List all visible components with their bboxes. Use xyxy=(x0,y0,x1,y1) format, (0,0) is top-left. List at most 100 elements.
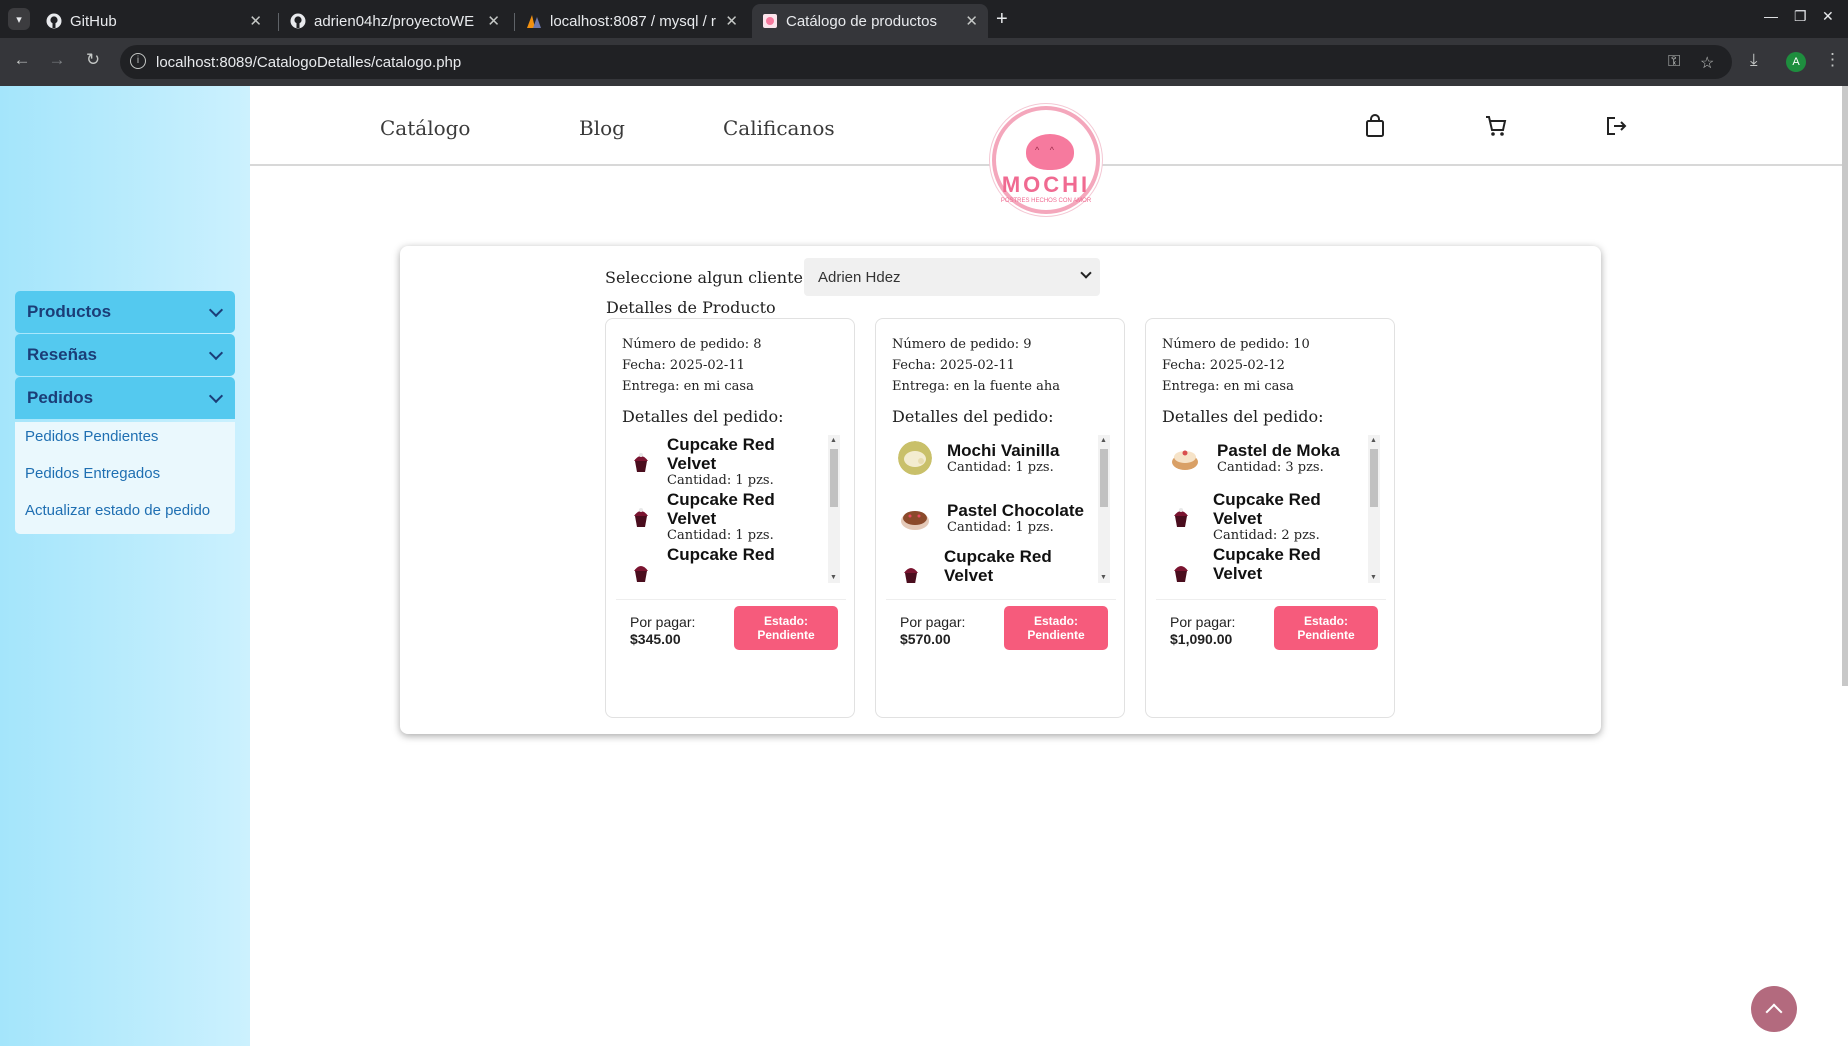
scroll-down-icon[interactable]: ▼ xyxy=(830,574,837,581)
amount-due-value: $345.00 xyxy=(630,631,681,647)
site-info-icon[interactable]: i xyxy=(130,53,146,69)
cupcake-thumbnail xyxy=(624,445,658,479)
client-select[interactable]: Adrien Hdez xyxy=(804,258,1100,296)
item-quantity: Cantidad: 1 pzs. xyxy=(947,520,1054,535)
scroll-down-icon[interactable]: ▼ xyxy=(1370,574,1377,581)
amount-due-value: $570.00 xyxy=(900,631,951,647)
item-name: Cupcake Red Velvet xyxy=(1213,490,1321,528)
scroll-down-icon[interactable]: ▼ xyxy=(1100,574,1107,581)
bookmark-star-icon[interactable]: ☆ xyxy=(1700,53,1714,73)
product-details-heading: Detalles de Producto xyxy=(606,298,776,317)
status-button[interactable]: Estado: Pendiente xyxy=(1274,606,1378,650)
sidebar-menu-pedidos[interactable]: Pedidos xyxy=(15,377,235,419)
item-name: Pastel de Moka xyxy=(1217,441,1340,460)
items-scrollbar[interactable]: ▲ ▼ xyxy=(828,435,840,583)
sidebar: Productos Reseñas Pedidos Pedidos Pendie… xyxy=(0,86,250,1046)
sidebar-menu-resenas[interactable]: Reseñas xyxy=(15,334,235,376)
back-icon[interactable]: ← xyxy=(10,50,34,70)
browser-menu-icon[interactable]: ⋮ xyxy=(1824,50,1841,70)
item-name: Cupcake Red Velvet xyxy=(944,547,1052,583)
scrollbar-thumb[interactable] xyxy=(1100,449,1108,507)
item-name: Cupcake Red xyxy=(667,545,775,564)
tab-phpmyadmin[interactable]: localhost:8087 / mysql / r ✕ xyxy=(516,4,748,38)
close-icon[interactable]: ✕ xyxy=(487,12,500,30)
tab-catalogo[interactable]: Catálogo de productos ✕ xyxy=(752,4,988,38)
page-scrollbar[interactable] xyxy=(1842,86,1848,686)
close-icon[interactable]: ✕ xyxy=(249,12,262,30)
item-quantity: Cantidad: 1 pzs. xyxy=(667,473,774,488)
mochi-thumbnail xyxy=(898,441,932,475)
tab-repo[interactable]: adrien04hz/proyectoWE ✕ xyxy=(280,4,510,38)
mochi-logo[interactable]: ^ ^ MOCHI POSTRES HECHOS CON AMOR xyxy=(992,106,1100,214)
reload-icon[interactable]: ↻ xyxy=(81,50,105,70)
item-name: Mochi Vainilla xyxy=(947,441,1060,460)
close-icon[interactable]: ✕ xyxy=(965,12,978,30)
restore-icon[interactable]: ❐ xyxy=(1794,8,1807,25)
sidebar-menu-label: Pedidos xyxy=(27,388,94,407)
item-quantity: Cantidad: 1 pzs. xyxy=(667,528,774,543)
order-date: Fecha: 2025-02-11 xyxy=(892,358,1015,373)
order-details-heading: Detalles del pedido: xyxy=(892,407,1054,426)
items-scrollbar[interactable]: ▲ ▼ xyxy=(1098,435,1110,583)
order-delivery: Entrega: en mi casa xyxy=(622,379,754,394)
order-card: Número de pedido: 10 Fecha: 2025-02-12 E… xyxy=(1145,318,1395,718)
order-items-list[interactable]: Mochi Vainilla Cantidad: 1 pzs. Pastel C… xyxy=(890,435,1110,583)
submenu-pedidos-entregados[interactable]: Pedidos Entregados xyxy=(25,465,160,482)
download-icon[interactable]: ⤓ xyxy=(1750,50,1758,70)
order-items-list[interactable]: Cupcake Red Velvet Cantidad: 1 pzs. Cupc… xyxy=(620,435,840,583)
order-items-list[interactable]: Pastel de Moka Cantidad: 3 pzs. Cupcake … xyxy=(1160,435,1380,583)
amount-due-label: Por pagar: xyxy=(900,614,966,630)
tab-search-icon[interactable]: ▾ xyxy=(8,8,30,30)
order-details-heading: Detalles del pedido: xyxy=(622,407,784,426)
logo-tagline: POSTRES HECHOS CON AMOR xyxy=(1000,198,1092,204)
address-bar[interactable]: i localhost:8089/CatalogoDetalles/catalo… xyxy=(120,45,1732,79)
sidebar-menu-productos[interactable]: Productos xyxy=(15,291,235,333)
nav-catalogo[interactable]: Catálogo xyxy=(380,116,470,140)
nav-blog[interactable]: Blog xyxy=(579,116,625,140)
window-close-icon[interactable]: ✕ xyxy=(1822,8,1834,25)
url-text[interactable]: localhost:8089/CatalogoDetalles/catalogo… xyxy=(156,54,461,71)
profile-avatar[interactable]: A xyxy=(1786,52,1806,72)
scroll-up-icon[interactable]: ▲ xyxy=(830,437,837,444)
chevron-down-icon xyxy=(1080,267,1092,279)
amount-due-value: $1,090.00 xyxy=(1170,631,1233,647)
moka-cake-thumbnail xyxy=(1168,441,1202,475)
nav-calificanos[interactable]: Calificanos xyxy=(723,116,835,140)
tab-github[interactable]: GitHub ✕ xyxy=(36,4,272,38)
browser-tab-strip: ▾ GitHub ✕ adrien04hz/proyectoWE ✕ local… xyxy=(0,0,1848,38)
order-card: Número de pedido: 9 Fecha: 2025-02-11 En… xyxy=(875,318,1125,718)
chevron-down-icon xyxy=(208,388,224,404)
password-key-icon[interactable]: ⚿ xyxy=(1668,53,1680,71)
logout-icon[interactable] xyxy=(1604,114,1628,144)
item-quantity: Cantidad: 1 pzs. xyxy=(947,460,1054,475)
order-number: Número de pedido: 8 xyxy=(622,337,762,352)
submenu-pedidos-pendientes[interactable]: Pedidos Pendientes xyxy=(25,428,158,445)
new-tab-icon[interactable]: + xyxy=(996,8,1008,31)
payment-row: Por pagar: $1,090.00 Estado: Pendiente xyxy=(1156,599,1386,655)
sidebar-menu-label: Productos xyxy=(27,302,112,321)
chevron-down-icon xyxy=(208,302,224,318)
items-scrollbar[interactable]: ▲ ▼ xyxy=(1368,435,1380,583)
amount-due-label: Por pagar: xyxy=(1170,614,1236,630)
scrollbar-thumb[interactable] xyxy=(830,449,838,507)
close-icon[interactable]: ✕ xyxy=(725,12,738,30)
cupcake-thumbnail xyxy=(894,557,928,583)
scroll-up-icon[interactable]: ▲ xyxy=(1100,437,1107,444)
tab-title: adrien04hz/proyectoWE xyxy=(314,12,475,30)
cupcake-thumbnail xyxy=(1164,500,1198,534)
cart-icon[interactable] xyxy=(1484,114,1508,144)
tab-title: Catálogo de productos xyxy=(786,12,937,30)
scroll-up-icon[interactable]: ▲ xyxy=(1370,437,1377,444)
minimize-icon[interactable]: — xyxy=(1764,8,1778,24)
scroll-to-top-button[interactable] xyxy=(1751,986,1797,1032)
scrollbar-thumb[interactable] xyxy=(1370,449,1378,507)
bag-icon[interactable] xyxy=(1364,114,1386,144)
item-name: Pastel Chocolate xyxy=(947,501,1084,520)
forward-icon[interactable]: → xyxy=(45,50,69,70)
status-button[interactable]: Estado: Pendiente xyxy=(1004,606,1108,650)
status-button[interactable]: Estado: Pendiente xyxy=(734,606,838,650)
chevron-up-icon xyxy=(1765,1003,1783,1021)
phpmyadmin-icon xyxy=(526,13,542,29)
order-delivery: Entrega: en la fuente aha xyxy=(892,379,1060,394)
submenu-actualizar-estado[interactable]: Actualizar estado de pedido xyxy=(25,502,210,519)
